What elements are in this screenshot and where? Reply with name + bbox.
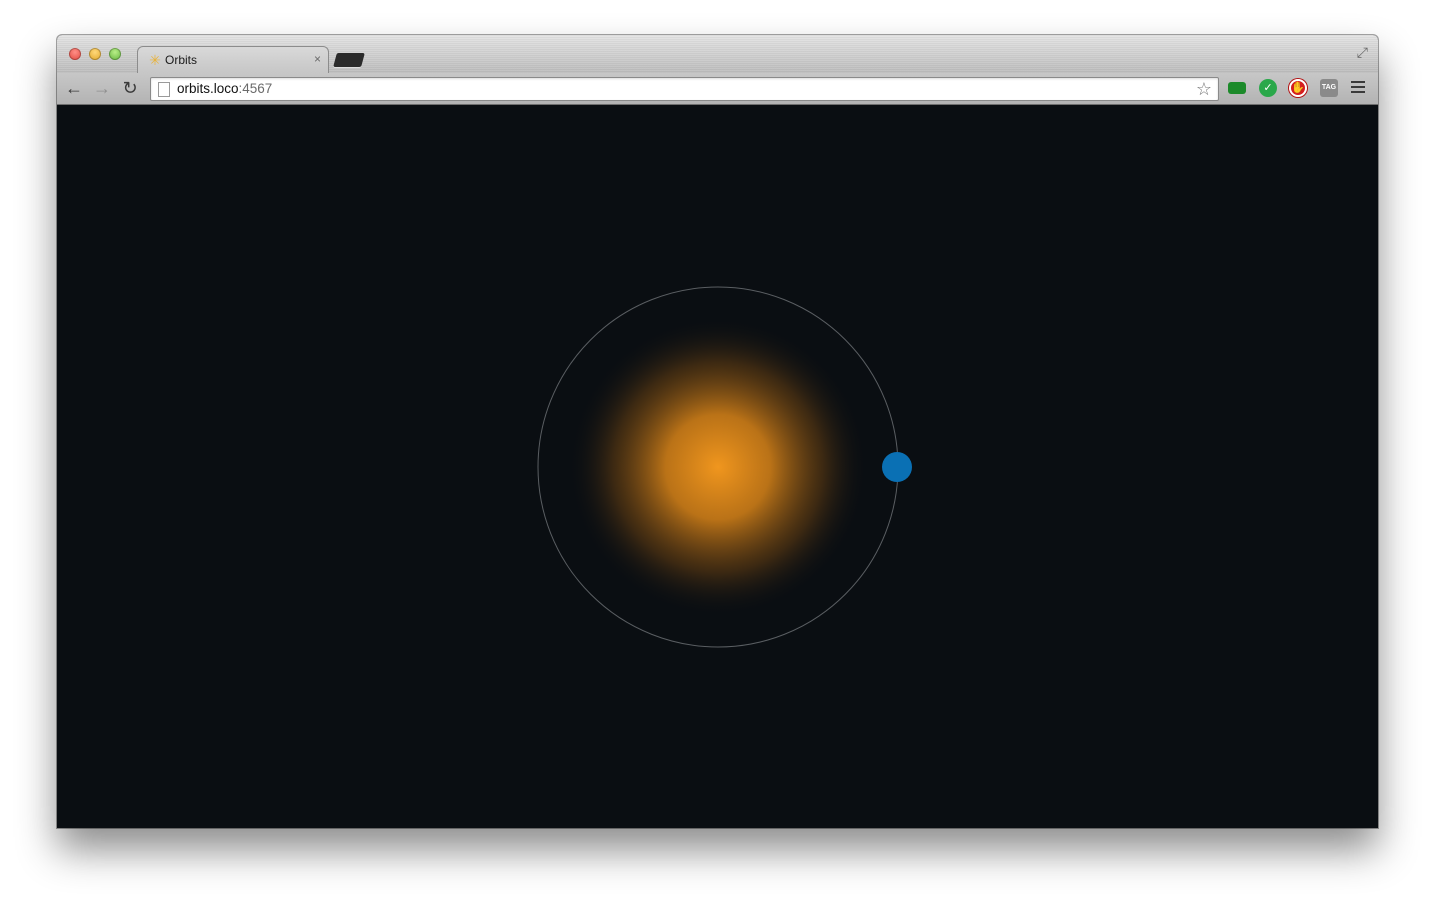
page-icon: [158, 82, 170, 97]
url-text[interactable]: orbits.loco:4567: [177, 81, 272, 96]
tab-orbits[interactable]: ✳ Orbits ×: [137, 46, 329, 75]
url-host: orbits.loco: [177, 81, 239, 96]
extension-tag-icon[interactable]: TAG: [1320, 79, 1338, 97]
extension-green-icon[interactable]: [1228, 82, 1246, 94]
planet: [882, 452, 912, 482]
tab-title: Orbits: [165, 53, 198, 67]
tab-close-icon[interactable]: ×: [314, 52, 321, 66]
orbit-scene: [537, 286, 912, 648]
fullscreen-icon[interactable]: ⤢: [1357, 44, 1368, 61]
menu-icon[interactable]: [1351, 81, 1365, 96]
browser-window: ✳ Orbits × ⤢ ← → ↻ orbits.loco:4567 ☆ ✓ …: [57, 35, 1378, 828]
browser-toolbar: ← → ↻ orbits.loco:4567 ☆ ✓ ✋ TAG: [57, 73, 1378, 105]
address-bar[interactable]: orbits.loco:4567 ☆: [150, 77, 1219, 101]
back-arrow-icon[interactable]: ←: [64, 78, 84, 98]
zoom-window-button[interactable]: [109, 48, 121, 60]
page-viewport: [57, 105, 1378, 828]
forward-arrow-icon[interactable]: →: [92, 78, 112, 98]
bookmark-star-icon[interactable]: ☆: [1196, 78, 1212, 100]
sun: [568, 317, 868, 617]
reload-icon[interactable]: ↻: [120, 78, 140, 98]
minimize-window-button[interactable]: [89, 48, 101, 60]
sun-icon: ✳: [149, 52, 161, 68]
extension-adblock-icon[interactable]: ✋: [1289, 79, 1307, 97]
title-bar: ✳ Orbits × ⤢: [57, 35, 1378, 75]
url-port: :4567: [238, 81, 273, 96]
close-window-button[interactable]: [69, 48, 81, 60]
new-tab-button[interactable]: [333, 53, 365, 67]
extension-evernote-icon[interactable]: ✓: [1259, 79, 1277, 97]
